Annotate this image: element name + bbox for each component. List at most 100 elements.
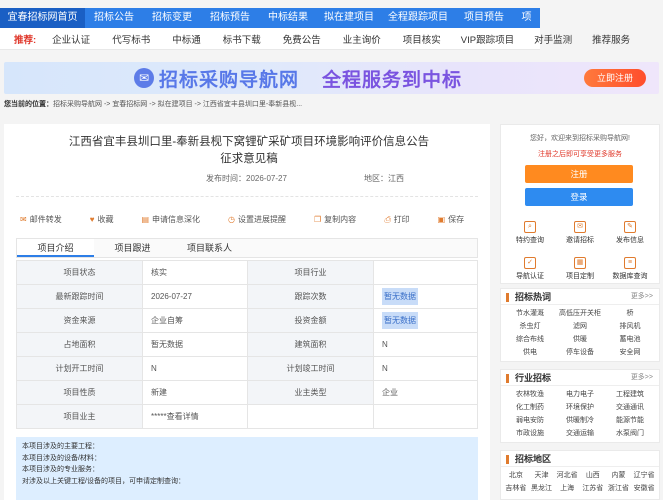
subnav-item[interactable]: 推荐服务	[592, 32, 630, 46]
hot-word[interactable]: 节水灌溉	[505, 307, 555, 320]
subnav-item[interactable]: 项目核实	[403, 32, 441, 46]
hot-word[interactable]: 供暖	[555, 333, 605, 346]
search-icon: ⌕	[524, 221, 536, 233]
region-item[interactable]: 黑龙江	[529, 482, 555, 495]
nav-more[interactable]: 项	[513, 8, 540, 28]
table-value: 核实	[142, 260, 248, 285]
hot-word[interactable]: 高低压开关柜	[555, 307, 605, 320]
subnav-item[interactable]: 中标通	[172, 32, 201, 46]
tab-project-followup[interactable]: 项目跟进	[94, 239, 171, 257]
breadcrumb-path[interactable]: 招标采购导航网 -> 宜春招标网 -> 拟在建项目 -> 江西省宜丰县圳口里-奉…	[53, 101, 302, 108]
login-button[interactable]: 登录	[525, 188, 633, 206]
region-item[interactable]: 内蒙	[606, 469, 632, 482]
table-value: 企业自筹	[142, 308, 248, 333]
nav-tracking-projects[interactable]: 全程跟踪项目	[381, 8, 455, 28]
quick-custom-project[interactable]: ▦ 项目定制	[555, 257, 605, 281]
project-scope-notice: 本项目涉及的主要工程： 本项目涉及的设备/材料： 本项目涉及的专业服务： 对涉及…	[16, 437, 478, 500]
favorite-button[interactable]: ♥ 收藏	[90, 214, 128, 225]
nav-project-preview[interactable]: 项目预告	[455, 8, 513, 28]
deepen-info-button[interactable]: ▤ 申请信息深化	[141, 214, 214, 225]
subnav-item[interactable]: 对手监测	[534, 32, 572, 46]
industry-item[interactable]: 水泵阀门	[605, 427, 655, 440]
industry-item[interactable]: 工程建筑	[605, 388, 655, 401]
table-value: 新建	[142, 380, 248, 405]
table-value: N	[373, 356, 478, 381]
region-item[interactable]: 浙江省	[606, 482, 632, 495]
industry-more[interactable]: 更多>>	[631, 370, 653, 386]
region-item[interactable]: 辽宁省	[631, 469, 657, 482]
nav-tender-change[interactable]: 招标变更	[143, 8, 201, 28]
banner-register-button[interactable]: 立即注册	[584, 69, 646, 87]
tab-project-intro[interactable]: 项目介绍	[17, 239, 94, 257]
region-item[interactable]: 天津	[529, 469, 555, 482]
owner-detail-link[interactable]: *****查看详情	[142, 404, 248, 429]
save-button[interactable]: ▣ 保存	[438, 214, 479, 225]
subnav-item[interactable]: 企业认证	[52, 32, 90, 46]
hot-word[interactable]: 桥	[605, 307, 655, 320]
hot-words-box: 招标热词 更多>> 节水灌溉 高低压开关柜桥 杀虫灯 滤网 排风机 综合布线 供暖 蓄电池 …	[500, 288, 660, 362]
publish-label: 发布时间：	[206, 174, 246, 183]
register-button[interactable]: 注册	[525, 165, 633, 183]
nav-award-result[interactable]: 中标结果	[259, 8, 317, 28]
industry-item[interactable]: 供暖制冷	[555, 414, 605, 427]
hot-words-more[interactable]: 更多>>	[631, 289, 653, 305]
industry-item[interactable]: 市政设施	[505, 427, 555, 440]
industry-item[interactable]: 交通通讯	[605, 401, 655, 414]
region-item[interactable]: 安徽省	[631, 482, 657, 495]
hot-word[interactable]: 滤网	[555, 320, 605, 333]
table-row: 计划开工时间 N 计划竣工时间 N	[16, 356, 478, 381]
industry-item[interactable]: 弱电安防	[505, 414, 555, 427]
quick-invite-bid[interactable]: ✉ 邀请招标	[555, 221, 605, 245]
hot-word[interactable]: 供电	[505, 346, 555, 359]
no-data-link[interactable]: 暂无数据	[382, 288, 418, 305]
table-key: 计划开工时间	[16, 356, 143, 381]
copy-label: 复制内容	[324, 215, 357, 224]
subnav-item[interactable]: 代写标书	[112, 32, 150, 46]
table-key: 建筑面积	[247, 332, 374, 357]
region-item[interactable]: 北京	[503, 469, 529, 482]
copy-button[interactable]: ❐ 复制内容	[314, 214, 370, 225]
nav-tender-notice[interactable]: 招标公告	[85, 8, 143, 28]
industry-item[interactable]: 环境保护	[555, 401, 605, 414]
table-empty	[247, 404, 374, 429]
recommend-bar: 推荐: 企业认证 代写标书 中标通 标书下载 免费公告 业主询价 项目核实 VI…	[0, 28, 630, 50]
table-row: 项目业主 *****查看详情	[16, 404, 478, 429]
progress-reminder-button[interactable]: ◷ 设置进展提醒	[228, 214, 300, 225]
region-item[interactable]: 吉林省	[503, 482, 529, 495]
nav-home[interactable]: 宜春招标网首页	[0, 8, 85, 28]
industry-item[interactable]: 交通运输	[555, 427, 605, 440]
tab-project-contacts[interactable]: 项目联系人	[171, 239, 248, 257]
hot-word[interactable]: 综合布线	[505, 333, 555, 346]
nav-proposed-projects[interactable]: 拟在建项目	[317, 8, 381, 28]
hot-word[interactable]: 安全网	[605, 346, 655, 359]
industry-heading: 行业招标	[515, 373, 552, 383]
industry-item[interactable]: 化工制药	[505, 401, 555, 414]
hot-word[interactable]: 蓄电池	[605, 333, 655, 346]
industry-item[interactable]: 农林牧渔	[505, 388, 555, 401]
no-data-link[interactable]: 暂无数据	[382, 312, 418, 329]
nav-tender-preview[interactable]: 招标预告	[201, 8, 259, 28]
subnav-item[interactable]: VIP跟踪项目	[461, 32, 514, 46]
email-forward-button[interactable]: ✉ 邮件转发	[20, 214, 76, 225]
hot-word[interactable]: 停车设备	[555, 346, 605, 359]
quick-special-query[interactable]: ⌕ 特约查询	[505, 221, 555, 245]
region-item[interactable]: 河北省	[554, 469, 580, 482]
quick-certify[interactable]: ✓ 导航认证	[505, 257, 555, 281]
industry-item[interactable]: 能源节能	[605, 414, 655, 427]
register-tip[interactable]: 注册之后即可享受更多服务	[501, 149, 659, 159]
table-key: 投资金额	[247, 308, 374, 333]
region-heading: 招标地区	[515, 454, 552, 464]
quick-database[interactable]: ≡ 数据库查询	[605, 257, 655, 281]
region-item[interactable]: 山西	[580, 469, 606, 482]
hot-word[interactable]: 排风机	[605, 320, 655, 333]
region-item[interactable]: 江苏省	[580, 482, 606, 495]
industry-item[interactable]: 电力电子	[555, 388, 605, 401]
subnav-item[interactable]: 业主询价	[343, 32, 381, 46]
quick-publish-info[interactable]: ✎ 发布信息	[605, 221, 655, 245]
hot-word[interactable]: 杀虫灯	[505, 320, 555, 333]
print-button[interactable]: ⎙ 打印	[384, 214, 423, 225]
promo-banner[interactable]: ✉ 招标采购导航网 全程服务到中标 立即注册	[4, 62, 659, 94]
subnav-item[interactable]: 免费公告	[283, 32, 321, 46]
region-item[interactable]: 上海	[554, 482, 580, 495]
subnav-item[interactable]: 标书下载	[223, 32, 261, 46]
